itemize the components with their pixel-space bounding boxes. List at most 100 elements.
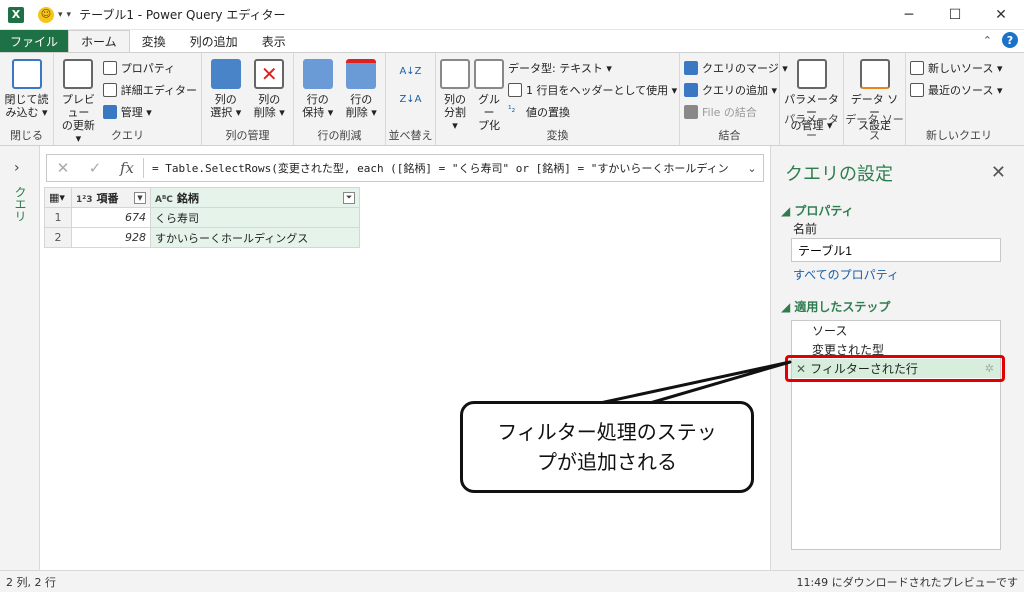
table-row[interactable]: 1 674 くら寿司 [44, 207, 360, 228]
queries-pane-collapsed[interactable]: › クエリ [0, 146, 40, 570]
tab-add-column[interactable]: 列の追加 [178, 30, 250, 52]
minimize-icon[interactable]: ─ [886, 0, 932, 30]
close-load-icon [11, 59, 42, 89]
manage-button[interactable]: 管理 ▾ [102, 103, 197, 121]
column-header-name[interactable]: AᴮC 銘柄 ⏷ [150, 187, 360, 208]
status-left: 2 列, 2 行 [6, 575, 56, 589]
formula-bar: ✕ ✓ fx = Table.SelectRows(変更された型, each (… [46, 154, 764, 182]
tab-transform[interactable]: 変換 [130, 30, 178, 52]
step-source[interactable]: ソース [792, 321, 1000, 340]
formula-text[interactable]: = Table.SelectRows(変更された型, each ([銘柄] = … [152, 160, 741, 176]
table-menu-icon: ▦▾ [49, 191, 65, 204]
smiley-icon[interactable]: ☺ [38, 6, 54, 23]
merge-queries-button[interactable]: クエリのマージ ▾ [684, 59, 788, 77]
excel-icon: X [8, 6, 24, 23]
collapse-ribbon-icon[interactable]: ⌃ [983, 34, 992, 47]
commit-formula-icon[interactable]: ✓ [79, 159, 111, 177]
annotation-callout: フィルター処理のステッ プが追加される [460, 401, 754, 493]
name-label: 名前 [793, 222, 818, 236]
highlight-box [785, 355, 1005, 382]
group-combine: クエリのマージ ▾ クエリの追加 ▾ File の結合 結合 [680, 53, 788, 145]
recent-sources-icon [910, 83, 924, 97]
header-row-icon [508, 83, 522, 97]
group-query: プレビュー の更新 ▾ プロパティ 詳細エディター 管理 ▾ クエリ [54, 53, 202, 145]
remove-columns-icon: ✕ [254, 59, 285, 89]
callout-line-1: フィルター処理のステッ [497, 420, 717, 444]
close-icon[interactable]: ✕ [991, 162, 1006, 183]
merge-queries-icon [684, 61, 698, 75]
table-menu-button[interactable]: ▦▾ [44, 187, 72, 208]
advanced-editor-icon [102, 83, 117, 97]
group-by-icon [474, 59, 504, 89]
properties-header[interactable]: ◢ プロパティ [781, 202, 854, 219]
column-header-number[interactable]: 1²3 項番 ▼ [71, 187, 151, 208]
group-new-query: 新しいソース ▾ 最近のソース ▾ 新しいクエリ [906, 53, 1012, 145]
table-row[interactable]: 2 928 すかいらーくホールディングス [44, 227, 360, 248]
data-source-settings-icon [859, 59, 890, 89]
split-column-icon [440, 59, 470, 89]
ribbon: 閉じて読 み込む ▾ 閉じる プレビュー の更新 ▾ プロパティ 詳細エディター… [0, 52, 1024, 146]
queries-pane-label: クエリ [13, 186, 27, 222]
expand-chevron-icon[interactable]: › [14, 160, 20, 176]
data-type-dropdown[interactable]: データ型: テキスト ▾ [508, 59, 677, 77]
table-icon [102, 105, 117, 119]
quick-access-dropdown-icon[interactable]: ▾ [58, 10, 63, 20]
combine-files-button[interactable]: File の結合 [684, 103, 788, 121]
use-first-row-as-headers-button[interactable]: 1 行目をヘッダーとして使用 ▾ [508, 81, 677, 99]
cell-name[interactable]: すかいらーくホールディングス [150, 227, 360, 248]
new-source-button[interactable]: 新しいソース ▾ [910, 59, 1002, 77]
status-bar: 2 列, 2 行 11:49 にダウンロードされたプレビューです [0, 570, 1024, 592]
query-settings-title: クエリの設定 [785, 164, 893, 185]
tab-file[interactable]: ファイル [0, 30, 69, 52]
callout-line-2: プが追加される [536, 450, 677, 474]
cancel-formula-icon[interactable]: ✕ [47, 159, 79, 177]
properties-icon [102, 61, 117, 75]
expand-formula-icon[interactable]: ⌄ [741, 162, 763, 175]
row-index[interactable]: 2 [44, 227, 72, 248]
data-grid: ▦▾ 1²3 項番 ▼ AᴮC 銘柄 ⏷ 1 674 くら寿司 2 928 すかいらーく… [44, 187, 360, 248]
cell-number[interactable]: 674 [71, 207, 151, 228]
help-icon[interactable]: ? [1002, 32, 1018, 48]
applied-steps-header[interactable]: ◢ 適用したステップ [781, 298, 890, 315]
all-properties-link[interactable]: すべてのプロパティ [793, 266, 899, 283]
group-reduce-rows: 行の 保持 ▾ 行の 削除 ▾ 行の削減 [294, 53, 386, 145]
text-type-icon[interactable]: AᴮC [155, 195, 173, 205]
tab-home[interactable]: ホーム [68, 30, 130, 52]
maximize-icon[interactable]: ☐ [932, 0, 978, 30]
filter-dropdown-icon[interactable]: ▼ [134, 191, 146, 204]
append-queries-button[interactable]: クエリの追加 ▾ [684, 81, 788, 99]
group-close: 閉じて読 み込む ▾ 閉じる [0, 53, 54, 145]
new-source-icon [910, 61, 924, 75]
sort-ascending-button[interactable]: A↓Z [399, 59, 421, 83]
window-title: テーブル1 - Power Query エディター [79, 8, 286, 22]
choose-columns-icon [210, 59, 241, 89]
cell-name[interactable]: くら寿司 [150, 207, 360, 228]
whole-number-type-icon[interactable]: 1²3 [76, 195, 92, 205]
group-manage-columns: 列の 選択 ▾ ✕ 列の 削除 ▾ 列の管理 [202, 53, 294, 145]
group-transform: 列の 分割 ▾ グルー プ化 データ型: テキスト ▾ 1 行目をヘッダーとして… [436, 53, 680, 145]
remove-rows-icon [346, 59, 377, 89]
sort-descending-button[interactable]: Z↓A [399, 87, 421, 111]
replace-values-button[interactable]: ¹₂ 値の置換 [508, 103, 677, 121]
tab-view[interactable]: 表示 [250, 30, 298, 52]
recent-sources-button[interactable]: 最近のソース ▾ [910, 81, 1002, 99]
status-right: 11:49 にダウンロードされたプレビューです [796, 575, 1018, 589]
ribbon-tabs: ファイル ホーム 変換 列の追加 表示 ⌃ ? [0, 30, 1024, 52]
advanced-editor-button[interactable]: 詳細エディター [102, 81, 197, 99]
header-row: ▦▾ 1²3 項番 ▼ AᴮC 銘柄 ⏷ [44, 187, 360, 208]
group-data-sources: データ ソー ス設定 データ ソース [844, 53, 906, 145]
group-sort: A↓Z Z↓A 並べ替え [386, 53, 436, 145]
fx-icon[interactable]: fx [111, 159, 143, 177]
combine-files-icon [684, 105, 698, 119]
query-name-input[interactable] [791, 238, 1001, 262]
row-index[interactable]: 1 [44, 207, 72, 228]
customize-toolbar-icon[interactable]: ▾ [67, 10, 72, 20]
cell-number[interactable]: 928 [71, 227, 151, 248]
properties-button[interactable]: プロパティ [102, 59, 197, 77]
refresh-icon [63, 59, 94, 89]
append-queries-icon [684, 83, 698, 97]
keep-rows-icon [302, 59, 333, 89]
replace-values-icon: ¹₂ [508, 105, 516, 115]
filter-applied-icon[interactable]: ⏷ [343, 191, 355, 204]
close-icon[interactable]: ✕ [978, 0, 1024, 30]
